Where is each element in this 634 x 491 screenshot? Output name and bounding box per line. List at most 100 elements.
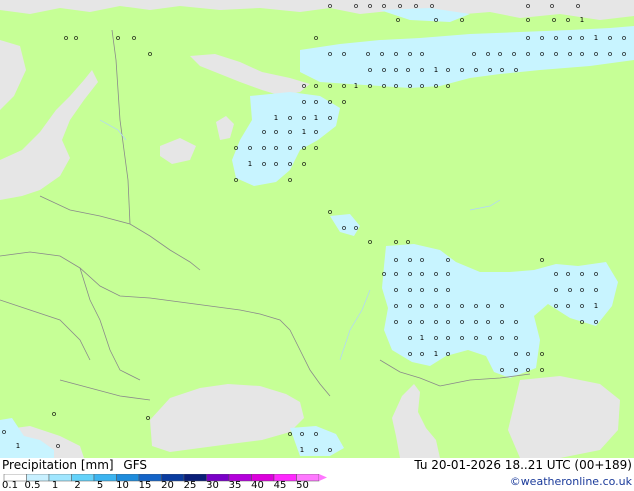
svg-text:o: o (540, 34, 544, 42)
svg-text:o: o (394, 270, 398, 278)
svg-text:o: o (460, 334, 464, 342)
svg-text:o: o (328, 446, 332, 454)
svg-text:o: o (540, 366, 544, 374)
svg-text:o: o (420, 286, 424, 294)
svg-text:o: o (274, 160, 278, 168)
svg-text:o: o (262, 128, 266, 136)
svg-text:o: o (408, 270, 412, 278)
svg-text:o: o (382, 66, 386, 74)
svg-text:o: o (540, 350, 544, 358)
svg-text:o: o (420, 82, 424, 90)
svg-text:o: o (382, 2, 386, 10)
svg-text:o: o (526, 350, 530, 358)
scale-tick-label: 0.5 (24, 480, 41, 491)
svg-text:1: 1 (274, 114, 278, 122)
svg-text:1: 1 (314, 114, 318, 122)
svg-text:o: o (554, 50, 558, 58)
svg-text:o: o (500, 66, 504, 74)
svg-text:o: o (56, 442, 60, 450)
svg-text:o: o (500, 334, 504, 342)
svg-text:o: o (608, 50, 612, 58)
svg-text:o: o (74, 34, 78, 42)
svg-text:o: o (526, 34, 530, 42)
svg-text:o: o (394, 82, 398, 90)
svg-text:o: o (434, 286, 438, 294)
svg-text:o: o (434, 334, 438, 342)
svg-text:o: o (52, 410, 56, 418)
scale-tick-label: 15 (138, 480, 152, 491)
svg-text:o: o (526, 2, 530, 10)
scale-tick-label: 5 (96, 480, 104, 491)
svg-text:o: o (234, 144, 238, 152)
svg-text:o: o (472, 50, 476, 58)
svg-text:o: o (394, 238, 398, 246)
product-label: Precipitation [mm] (2, 458, 114, 472)
svg-text:o: o (302, 144, 306, 152)
svg-text:o: o (594, 286, 598, 294)
svg-text:o: o (594, 270, 598, 278)
svg-text:o: o (512, 50, 516, 58)
svg-text:o: o (328, 2, 332, 10)
svg-text:o: o (288, 114, 292, 122)
svg-text:o: o (552, 16, 556, 24)
svg-text:o: o (328, 208, 332, 216)
svg-text:o: o (314, 446, 318, 454)
scale-tick-label: 40 (251, 480, 264, 491)
svg-text:o: o (488, 334, 492, 342)
svg-text:o: o (394, 66, 398, 74)
svg-text:o: o (288, 144, 292, 152)
svg-text:o: o (302, 114, 306, 122)
scale-tick-label: 0.1 (2, 480, 18, 491)
svg-text:o: o (394, 302, 398, 310)
svg-text:o: o (568, 50, 572, 58)
svg-text:o: o (408, 286, 412, 294)
svg-text:o: o (460, 66, 464, 74)
svg-text:o: o (580, 302, 584, 310)
scale-tick-label: 30 (206, 480, 219, 491)
svg-text:o: o (514, 366, 518, 374)
svg-text:o: o (408, 82, 412, 90)
svg-text:o: o (568, 34, 572, 42)
svg-text:1: 1 (248, 160, 252, 168)
scale-tick-label: 45 (273, 480, 287, 491)
svg-text:1: 1 (300, 446, 304, 454)
svg-text:o: o (394, 50, 398, 58)
svg-text:o: o (434, 318, 438, 326)
svg-text:o: o (474, 66, 478, 74)
svg-text:o: o (446, 350, 450, 358)
svg-text:o: o (288, 128, 292, 136)
aral-sea (508, 376, 620, 458)
svg-text:o: o (408, 350, 412, 358)
svg-text:o: o (234, 176, 238, 184)
svg-text:o: o (288, 160, 292, 168)
svg-text:o: o (382, 270, 386, 278)
svg-text:o: o (486, 50, 490, 58)
svg-text:o: o (420, 302, 424, 310)
svg-text:o: o (540, 256, 544, 264)
scale-tick-label: 25 (183, 480, 197, 491)
svg-text:o: o (408, 318, 412, 326)
svg-text:o: o (460, 318, 464, 326)
svg-text:o: o (314, 82, 318, 90)
svg-text:o: o (566, 16, 570, 24)
svg-text:o: o (398, 2, 402, 10)
svg-text:o: o (526, 16, 530, 24)
svg-text:o: o (486, 302, 490, 310)
scale-tick-label: 1 (51, 480, 59, 491)
svg-text:o: o (488, 66, 492, 74)
svg-text:o: o (382, 82, 386, 90)
scale-tick-label: 35 (228, 480, 242, 491)
svg-text:1: 1 (302, 128, 306, 136)
legend-title: Precipitation [mm] GFS (2, 458, 153, 472)
svg-text:o: o (460, 302, 464, 310)
svg-text:o: o (394, 318, 398, 326)
svg-text:o: o (380, 50, 384, 58)
svg-text:1: 1 (594, 34, 598, 42)
svg-text:o: o (540, 50, 544, 58)
svg-text:o: o (446, 256, 450, 264)
svg-text:o: o (148, 50, 152, 58)
svg-text:o: o (328, 98, 332, 106)
svg-text:o: o (554, 34, 558, 42)
svg-text:1: 1 (434, 66, 438, 74)
svg-text:o: o (568, 286, 572, 294)
